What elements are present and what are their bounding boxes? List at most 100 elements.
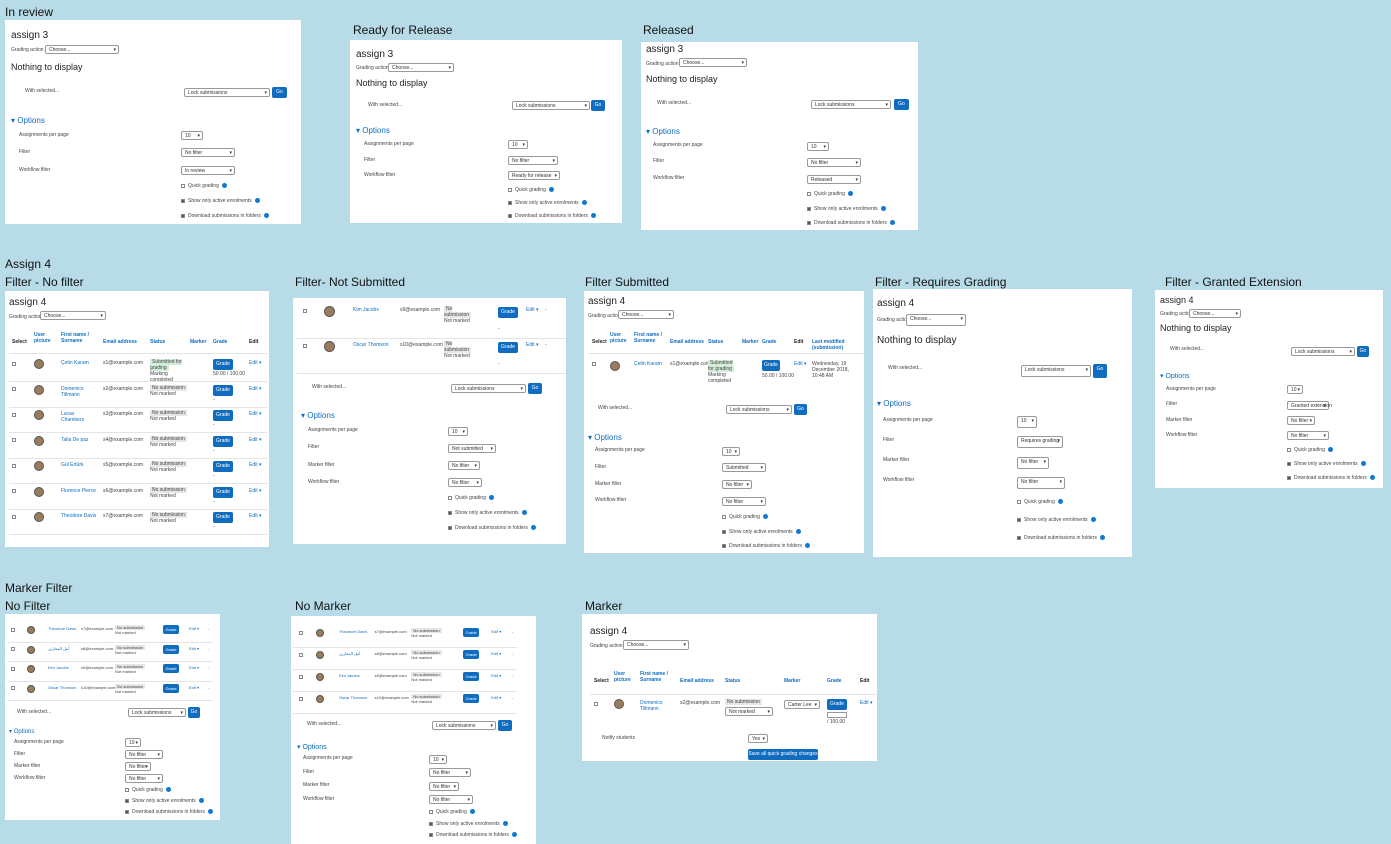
student-name[interactable]: Gül Ertürk	[61, 462, 97, 468]
col-email[interactable]: Email address	[680, 678, 714, 684]
help-icon[interactable]	[263, 213, 269, 219]
edit-menu[interactable]: Edit ▾	[491, 651, 501, 656]
per-page-select[interactable]: 10	[508, 140, 528, 149]
student-name[interactable]: Kim Jacobs	[353, 307, 379, 313]
col-user-picture[interactable]: User picture	[614, 671, 634, 683]
bulk-action-select[interactable]: Lock submissions	[1021, 365, 1091, 377]
edit-menu[interactable]: Edit ▾	[491, 629, 501, 634]
marker-filter-select[interactable]: No filter	[448, 461, 480, 470]
grading-action-select[interactable]: Choose...	[1189, 309, 1241, 318]
filter-select[interactable]: No filter	[807, 158, 861, 167]
go-button[interactable]: Go	[498, 720, 512, 731]
download-folders-checkbox[interactable]: Download submissions in folders	[448, 525, 536, 531]
col-marker[interactable]: Marker	[742, 339, 758, 345]
workflow-state-select[interactable]: Not marked	[725, 707, 773, 716]
workflow-filter-select[interactable]: No filter	[429, 795, 473, 804]
edit-menu[interactable]: Edit ▾	[249, 488, 262, 494]
edit-menu[interactable]: Edit ▾	[249, 513, 262, 519]
download-folders-checkbox[interactable]: Download submissions in folders	[125, 809, 213, 815]
go-button[interactable]: Go	[1093, 364, 1107, 378]
grading-action-select[interactable]: Choose...	[679, 58, 747, 67]
bulk-action-select[interactable]: Lock submissions	[184, 88, 270, 97]
help-icon[interactable]	[1090, 517, 1096, 523]
col-email[interactable]: Email address	[103, 339, 137, 345]
help-icon[interactable]	[198, 798, 204, 804]
filter-select[interactable]: Not submitted	[448, 444, 496, 453]
student-name[interactable]: Oscar Thomson	[339, 695, 367, 700]
help-icon[interactable]	[590, 213, 596, 219]
help-icon[interactable]	[1369, 475, 1375, 481]
grade-button[interactable]: Grade	[213, 512, 233, 523]
row-checkbox[interactable]	[592, 361, 599, 367]
bulk-action-select[interactable]: Lock submissions	[811, 100, 891, 109]
help-icon[interactable]	[548, 187, 554, 193]
grade-button[interactable]: Grade	[163, 625, 179, 634]
grade-button[interactable]: Grade	[163, 664, 179, 673]
options-toggle[interactable]: ▾ Options	[646, 127, 680, 136]
help-icon[interactable]	[795, 529, 801, 535]
quick-grading-checkbox[interactable]: Quick grading	[125, 787, 171, 793]
filter-select[interactable]: No filter	[429, 768, 471, 777]
go-button[interactable]: Go	[188, 707, 200, 718]
edit-menu[interactable]: Edit ▾	[491, 695, 501, 700]
bulk-action-select[interactable]: Lock submissions	[451, 384, 526, 393]
filter-select[interactable]: No filter	[508, 156, 558, 165]
student-name[interactable]: Domenico Tillmann	[640, 700, 670, 712]
download-folders-checkbox[interactable]: Download submissions in folders	[181, 213, 269, 219]
help-icon[interactable]	[521, 510, 527, 516]
workflow-filter-select[interactable]: No filter	[125, 774, 163, 783]
go-button[interactable]: Go	[591, 100, 605, 111]
row-checkbox[interactable]	[303, 343, 310, 349]
active-enrolments-checkbox[interactable]: Show only active enrolments	[448, 510, 527, 516]
options-toggle[interactable]: ▾ Options	[877, 399, 911, 408]
row-checkbox[interactable]	[12, 438, 19, 444]
marker-filter-select[interactable]: No filter	[1017, 457, 1049, 469]
grading-action-select[interactable]: Choose...	[388, 63, 454, 72]
help-icon[interactable]	[488, 495, 494, 501]
grading-action-select[interactable]: Choose...	[623, 640, 689, 650]
marker-filter-select[interactable]: No filter	[1287, 416, 1315, 425]
go-button[interactable]: Go	[272, 87, 287, 98]
download-folders-checkbox[interactable]: Download submissions in folders	[807, 220, 895, 226]
active-enrolments-checkbox[interactable]: Show only active enrolments	[1017, 517, 1096, 523]
edit-menu[interactable]: Edit ▾	[189, 626, 199, 631]
per-page-select[interactable]: 10	[1287, 385, 1303, 394]
grade-button[interactable]: Grade	[827, 699, 847, 710]
col-marker[interactable]: Marker	[190, 339, 206, 345]
student-name[interactable]: Talia De paz	[61, 437, 97, 443]
active-enrolments-checkbox[interactable]: Show only active enrolments	[125, 798, 204, 804]
quick-grading-checkbox[interactable]: Quick grading	[1287, 447, 1333, 453]
options-toggle[interactable]: ▾ Options	[588, 433, 622, 442]
options-toggle[interactable]: ▾ Options	[1160, 372, 1190, 380]
grade-button[interactable]: Grade	[163, 683, 179, 693]
workflow-filter-select[interactable]: No filter	[1287, 431, 1329, 440]
row-checkbox[interactable]	[303, 308, 310, 314]
grade-button[interactable]: Grade	[213, 410, 233, 421]
help-icon[interactable]	[165, 787, 171, 793]
grade-button[interactable]: Grade	[463, 672, 480, 681]
edit-menu[interactable]: Edit ▾	[249, 437, 262, 443]
grade-button[interactable]: Grade	[163, 644, 179, 654]
help-icon[interactable]	[1057, 499, 1063, 505]
bulk-action-select[interactable]: Lock submissions	[128, 708, 186, 717]
help-icon[interactable]	[1360, 461, 1366, 467]
grade-button[interactable]: Grade	[213, 461, 233, 472]
per-page-select[interactable]: 10	[448, 427, 468, 436]
quick-grading-checkbox[interactable]: Quick grading	[722, 514, 768, 520]
grade-button[interactable]: Grade	[498, 307, 518, 318]
grade-button[interactable]: Grade	[213, 384, 233, 396]
col-grade[interactable]: Grade	[762, 339, 776, 345]
col-email[interactable]: Email address	[670, 339, 704, 345]
student-name[interactable]: Theodore Davis	[48, 626, 76, 631]
workflow-filter-select[interactable]: Ready for release	[508, 171, 560, 180]
grade-button[interactable]: Grade	[213, 486, 233, 498]
row-checkbox[interactable]	[299, 696, 306, 702]
active-enrolments-checkbox[interactable]: Show only active enrolments	[429, 821, 508, 827]
per-page-select[interactable]: 10	[125, 738, 141, 747]
filter-select[interactable]: Granted extension	[1287, 401, 1332, 410]
go-button[interactable]: Go	[794, 404, 807, 415]
marker-filter-select[interactable]: No filter	[722, 480, 752, 489]
filter-select[interactable]: Requires grading	[1017, 436, 1063, 448]
student-name[interactable]: Kim Jacobs	[339, 673, 360, 678]
col-status[interactable]: Status	[725, 678, 740, 684]
